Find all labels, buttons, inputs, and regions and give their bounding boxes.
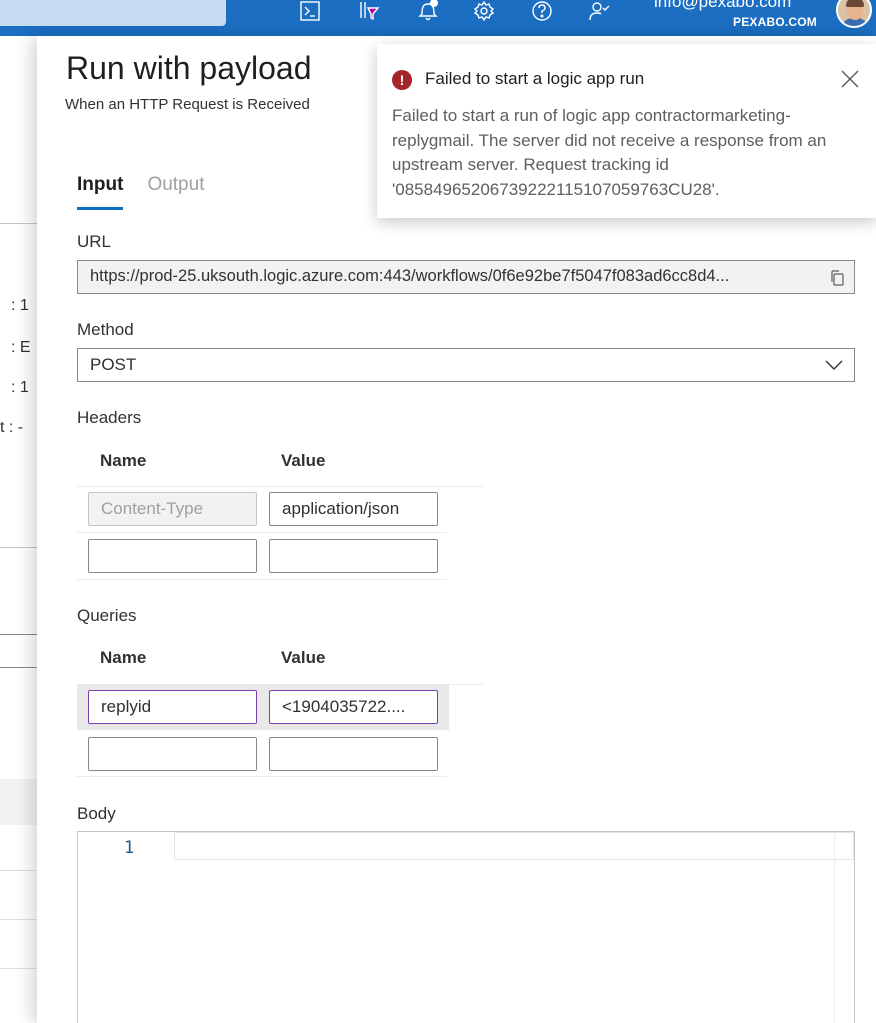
global-search-box[interactable] xyxy=(0,0,226,26)
divider xyxy=(0,547,40,548)
divider xyxy=(77,532,447,533)
settings-icon[interactable] xyxy=(471,0,497,22)
notification-message: Failed to start a run of logic app contr… xyxy=(392,106,827,199)
background-row-text: : 1 xyxy=(11,379,29,396)
page-subtitle: When an HTTP Request is Received xyxy=(65,96,310,113)
divider xyxy=(0,667,40,668)
header-name-field[interactable] xyxy=(88,539,257,573)
divider xyxy=(77,579,447,580)
method-dropdown[interactable]: POST xyxy=(77,348,855,382)
background-row-text: : 1 xyxy=(11,297,29,314)
tab-output[interactable]: Output xyxy=(147,174,204,210)
url-label: URL xyxy=(77,232,112,251)
background-row-text: : E xyxy=(11,339,31,356)
header-value: application/json xyxy=(282,499,400,518)
method-label: Method xyxy=(77,320,134,339)
help-icon[interactable] xyxy=(529,0,555,22)
body-label: Body xyxy=(77,804,116,823)
avatar[interactable] xyxy=(836,0,872,28)
query-value: <1904035722.... xyxy=(282,697,406,716)
tab-list: Input Output xyxy=(77,174,228,210)
query-value-field[interactable]: <1904035722.... xyxy=(269,690,438,724)
copy-icon[interactable] xyxy=(828,269,846,287)
background-row-text: t : - xyxy=(0,419,24,436)
method-value: POST xyxy=(90,355,137,374)
error-notification: ! Failed to start a logic app run Failed… xyxy=(377,44,876,218)
url-value: https://prod-25.uksouth.logic.azure.com:… xyxy=(90,267,730,285)
header-name-placeholder: Content-Type xyxy=(101,499,204,518)
header-value-field[interactable]: application/json xyxy=(269,492,438,526)
tab-input[interactable]: Input xyxy=(77,174,124,210)
feedback-icon[interactable] xyxy=(586,0,612,22)
notification-title: Failed to start a logic app run xyxy=(425,69,645,88)
line-number: 1 xyxy=(124,838,135,858)
directory-filter-icon[interactable] xyxy=(356,0,382,22)
table-header-shade xyxy=(0,779,40,825)
header-name-field[interactable]: Content-Type xyxy=(88,492,257,526)
headers-label: Headers xyxy=(77,408,142,427)
divider xyxy=(77,486,483,487)
error-icon: ! xyxy=(392,70,412,90)
top-bar: info@pexabo.com PEXABO.COM xyxy=(0,0,876,36)
table-row xyxy=(0,919,40,920)
table-row xyxy=(0,870,40,871)
query-name: replyid xyxy=(101,697,152,716)
divider xyxy=(0,634,40,635)
close-icon[interactable] xyxy=(839,68,861,90)
query-value-field[interactable] xyxy=(269,737,438,771)
queries-name-column: Name xyxy=(100,648,147,667)
query-name-field[interactable]: replyid xyxy=(88,690,257,724)
headers-name-column: Name xyxy=(100,451,147,470)
user-tenant[interactable]: PEXABO.COM xyxy=(733,15,817,29)
divider xyxy=(77,776,447,777)
background-blade: : 1 : E : 1 t : - xyxy=(0,36,40,1023)
user-email[interactable]: info@pexabo.com xyxy=(654,0,791,12)
query-name-field[interactable] xyxy=(88,737,257,771)
editor-scrollbar[interactable] xyxy=(834,832,854,1023)
divider xyxy=(0,223,40,224)
table-row xyxy=(0,968,40,969)
url-field[interactable]: https://prod-25.uksouth.logic.azure.com:… xyxy=(77,260,855,294)
body-editor[interactable]: 1 xyxy=(77,831,855,1023)
notifications-icon[interactable] xyxy=(415,0,441,22)
queries-value-column: Value xyxy=(281,648,326,667)
chevron-down-icon xyxy=(824,355,844,375)
cloud-shell-icon[interactable] xyxy=(297,0,323,22)
header-value-field[interactable] xyxy=(269,539,438,573)
queries-label: Queries xyxy=(77,606,137,625)
headers-value-column: Value xyxy=(281,451,326,470)
current-line-highlight xyxy=(174,832,854,860)
page-title: Run with payload xyxy=(66,50,312,86)
